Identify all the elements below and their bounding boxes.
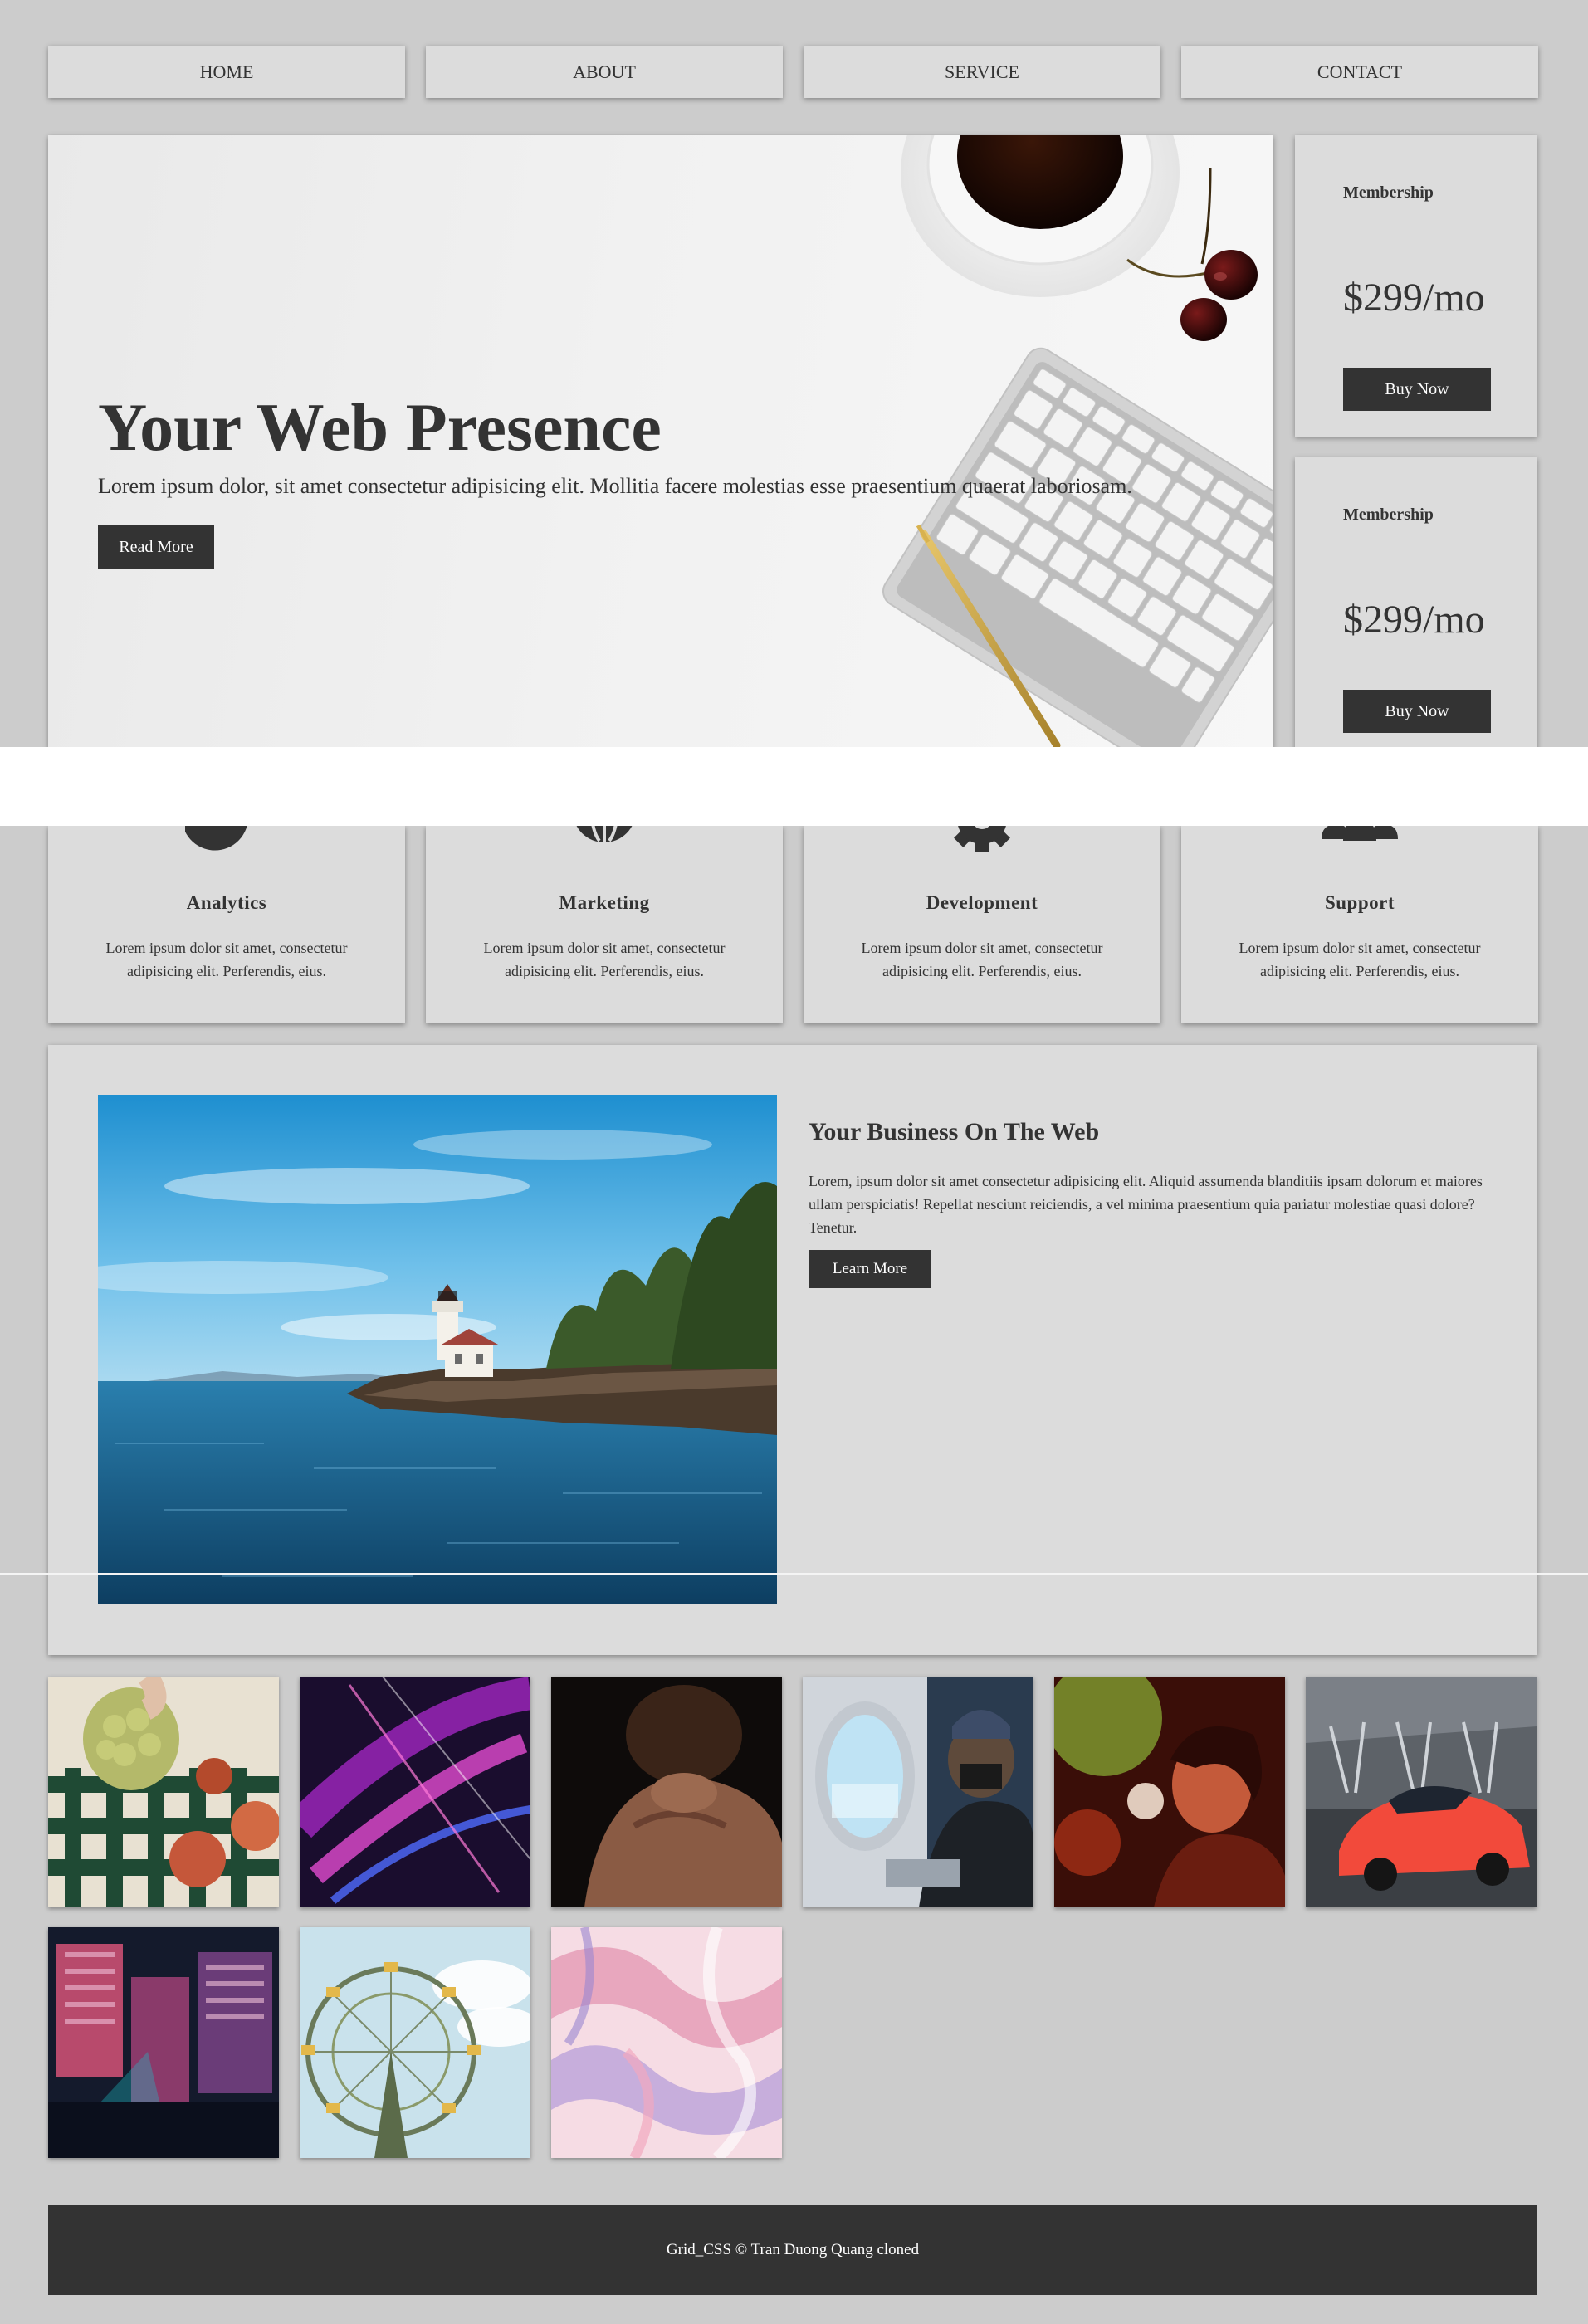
feature-title: Analytics <box>186 892 267 913</box>
business-section: Your Business On The Web Lorem, ipsum do… <box>48 1045 1537 1655</box>
site-footer: Grid_CSS © Tran Duong Quang cloned <box>48 2205 1537 2295</box>
buy-now-button[interactable]: Buy Now <box>1343 690 1491 733</box>
feature-text: Lorem ipsum dolor sit amet, consectetur … <box>861 940 1103 979</box>
white-divider-band <box>0 747 1588 826</box>
feature-card-analytics: Analytics Lorem ipsum dolor sit amet, co… <box>48 803 405 1023</box>
feature-card-development: Development Lorem ipsum dolor sit amet, … <box>804 803 1160 1023</box>
gallery-image-portrait[interactable] <box>1054 1677 1285 1907</box>
membership-card: Membership $299/mo Buy Now <box>1295 457 1537 759</box>
feature-title: Support <box>1324 892 1395 913</box>
hero-showcase: Your Web Presence Lorem ipsum dolor, sit… <box>48 135 1273 749</box>
hero-title: Your Web Presence <box>98 389 662 465</box>
gallery-image-back[interactable] <box>551 1677 782 1907</box>
gallery-image-light-trails[interactable] <box>300 1677 530 1907</box>
gallery-image-city[interactable] <box>48 1927 279 2158</box>
membership-card: Membership $299/mo Buy Now <box>1295 135 1537 437</box>
nav-service-link[interactable]: SERVICE <box>804 46 1160 98</box>
feature-title: Development <box>926 892 1038 913</box>
gallery-image-grapes[interactable] <box>48 1677 279 1907</box>
nav-about-link[interactable]: ABOUT <box>426 46 783 98</box>
feature-card-support: Support Lorem ipsum dolor sit amet, cons… <box>1181 803 1538 1023</box>
feature-text: Lorem ipsum dolor sit amet, consectetur … <box>483 940 726 979</box>
lighthouse-image <box>98 1095 777 1604</box>
gallery-image-ferris-wheel[interactable] <box>300 1927 530 2158</box>
membership-label: Membership <box>1343 183 1434 202</box>
gallery-image-marble[interactable] <box>551 1927 782 2158</box>
feature-title: Marketing <box>559 892 650 913</box>
feature-text: Lorem ipsum dolor sit amet, consectetur … <box>1239 940 1481 979</box>
business-description: Lorem, ipsum dolor sit amet consectetur … <box>809 1173 1483 1236</box>
buy-now-button[interactable]: Buy Now <box>1343 368 1491 411</box>
learn-more-button[interactable]: Learn More <box>809 1250 931 1288</box>
membership-price: $299/mo <box>1343 598 1485 642</box>
feature-text: Lorem ipsum dolor sit amet, consectetur … <box>105 940 348 979</box>
nav-home-link[interactable]: HOME <box>48 46 405 98</box>
gallery-image-airplane[interactable] <box>803 1677 1033 1907</box>
horizontal-rule <box>0 1573 1588 1575</box>
read-more-button[interactable]: Read More <box>98 525 214 569</box>
feature-card-marketing: Marketing Lorem ipsum dolor sit amet, co… <box>426 810 783 1023</box>
business-title: Your Business On The Web <box>809 1118 1100 1145</box>
membership-label: Membership <box>1343 505 1434 524</box>
footer-text: Grid_CSS © Tran Duong Quang cloned <box>666 2241 920 2258</box>
membership-price: $299/mo <box>1343 276 1485 320</box>
gallery-image-red-car[interactable] <box>1306 1677 1537 1907</box>
nav-contact-link[interactable]: CONTACT <box>1181 46 1538 98</box>
hero-description: Lorem ipsum dolor, sit amet consectetur … <box>98 474 1132 498</box>
